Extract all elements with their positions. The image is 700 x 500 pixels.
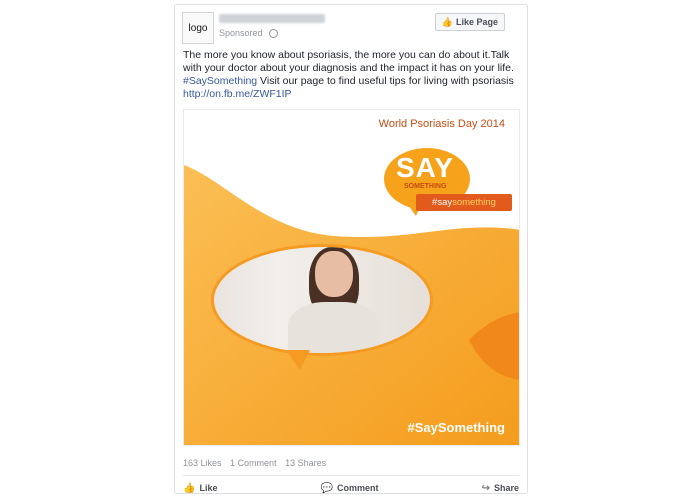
person-body [288,302,380,353]
bottom-hashtag: #SaySomething [407,420,505,435]
hashtag-prefix: #say [432,197,453,208]
globe-icon [269,29,279,39]
logo-text: logo [188,22,208,34]
post-text-line2: Visit our page to find useful tips for l… [257,75,514,87]
share-button[interactable]: ↪ Share [482,481,519,495]
action-bar: 👍 Like 💬 Comment ↪ Share [183,481,519,495]
like-button[interactable]: 👍 Like [183,481,217,495]
shares-count[interactable]: 13 Shares [285,458,326,468]
thumbs-up-icon: 👍 [183,482,196,494]
like-page-label: Like Page [455,17,498,27]
hashtag-banner: #say something [416,194,512,211]
event-title: World Psoriasis Day 2014 [378,118,505,130]
like-page-button[interactable]: 👍 Like Page [434,13,505,31]
something-text: SOMETHING [404,183,447,190]
say-text: SAY [396,152,455,183]
comment-button[interactable]: 💬 Comment [321,481,379,495]
divider [183,475,519,476]
share-icon: ↪ [481,482,490,494]
advertiser-logo[interactable]: logo [182,12,214,44]
hashtag-link[interactable]: #SaySomething [183,75,257,87]
photo-bubble-tail [286,350,310,370]
thumbs-up-icon: 👍 [441,16,453,27]
post-text: The more you know about psoriasis, the m… [183,49,525,101]
likes-count[interactable]: 163 Likes [183,458,222,468]
redacted-page-name[interactable] [219,14,325,23]
like-label: Like [199,483,218,493]
engagement-counts: 163 Likes 1 Comment 13 Shares [183,458,332,468]
share-label: Share [493,483,519,493]
comment-label: Comment [337,483,379,493]
post-text-line1: The more you know about psoriasis, the m… [183,49,514,74]
comment-icon: 💬 [320,482,333,494]
sponsored-post-card: logo Sponsored 👍 Like Page The more you … [174,4,528,494]
person-face [315,251,353,297]
woman-photo [214,247,430,353]
sponsored-label: Sponsored [219,28,279,39]
photo-speech-bubble [211,244,433,356]
short-url-link[interactable]: http://on.fb.me/ZWF1IP [183,88,292,100]
hashtag-suffix: something [452,197,496,208]
sponsored-text: Sponsored [219,28,263,38]
comments-count[interactable]: 1 Comment [230,458,277,468]
post-image[interactable]: World Psoriasis Day 2014 SAY SOMETHING #… [183,109,520,446]
